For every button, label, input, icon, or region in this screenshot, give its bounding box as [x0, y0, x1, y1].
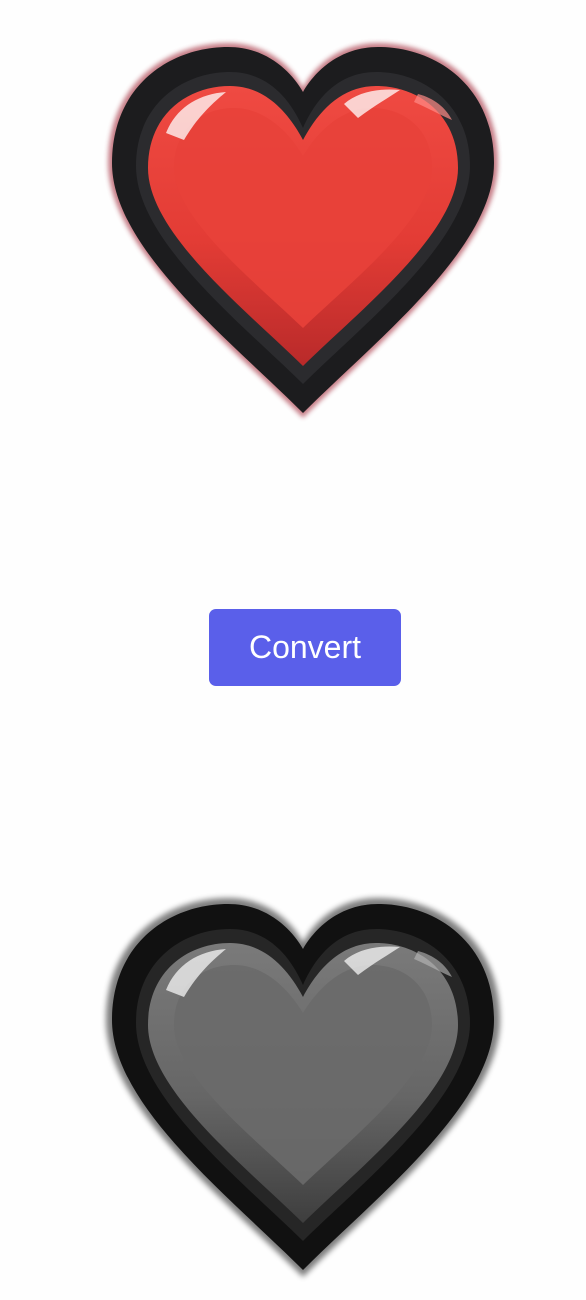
convert-button[interactable]: Convert — [209, 609, 401, 686]
red-heart-icon — [108, 43, 498, 418]
converter-page: Convert — [0, 0, 586, 1300]
gray-heart-icon — [106, 898, 500, 1277]
